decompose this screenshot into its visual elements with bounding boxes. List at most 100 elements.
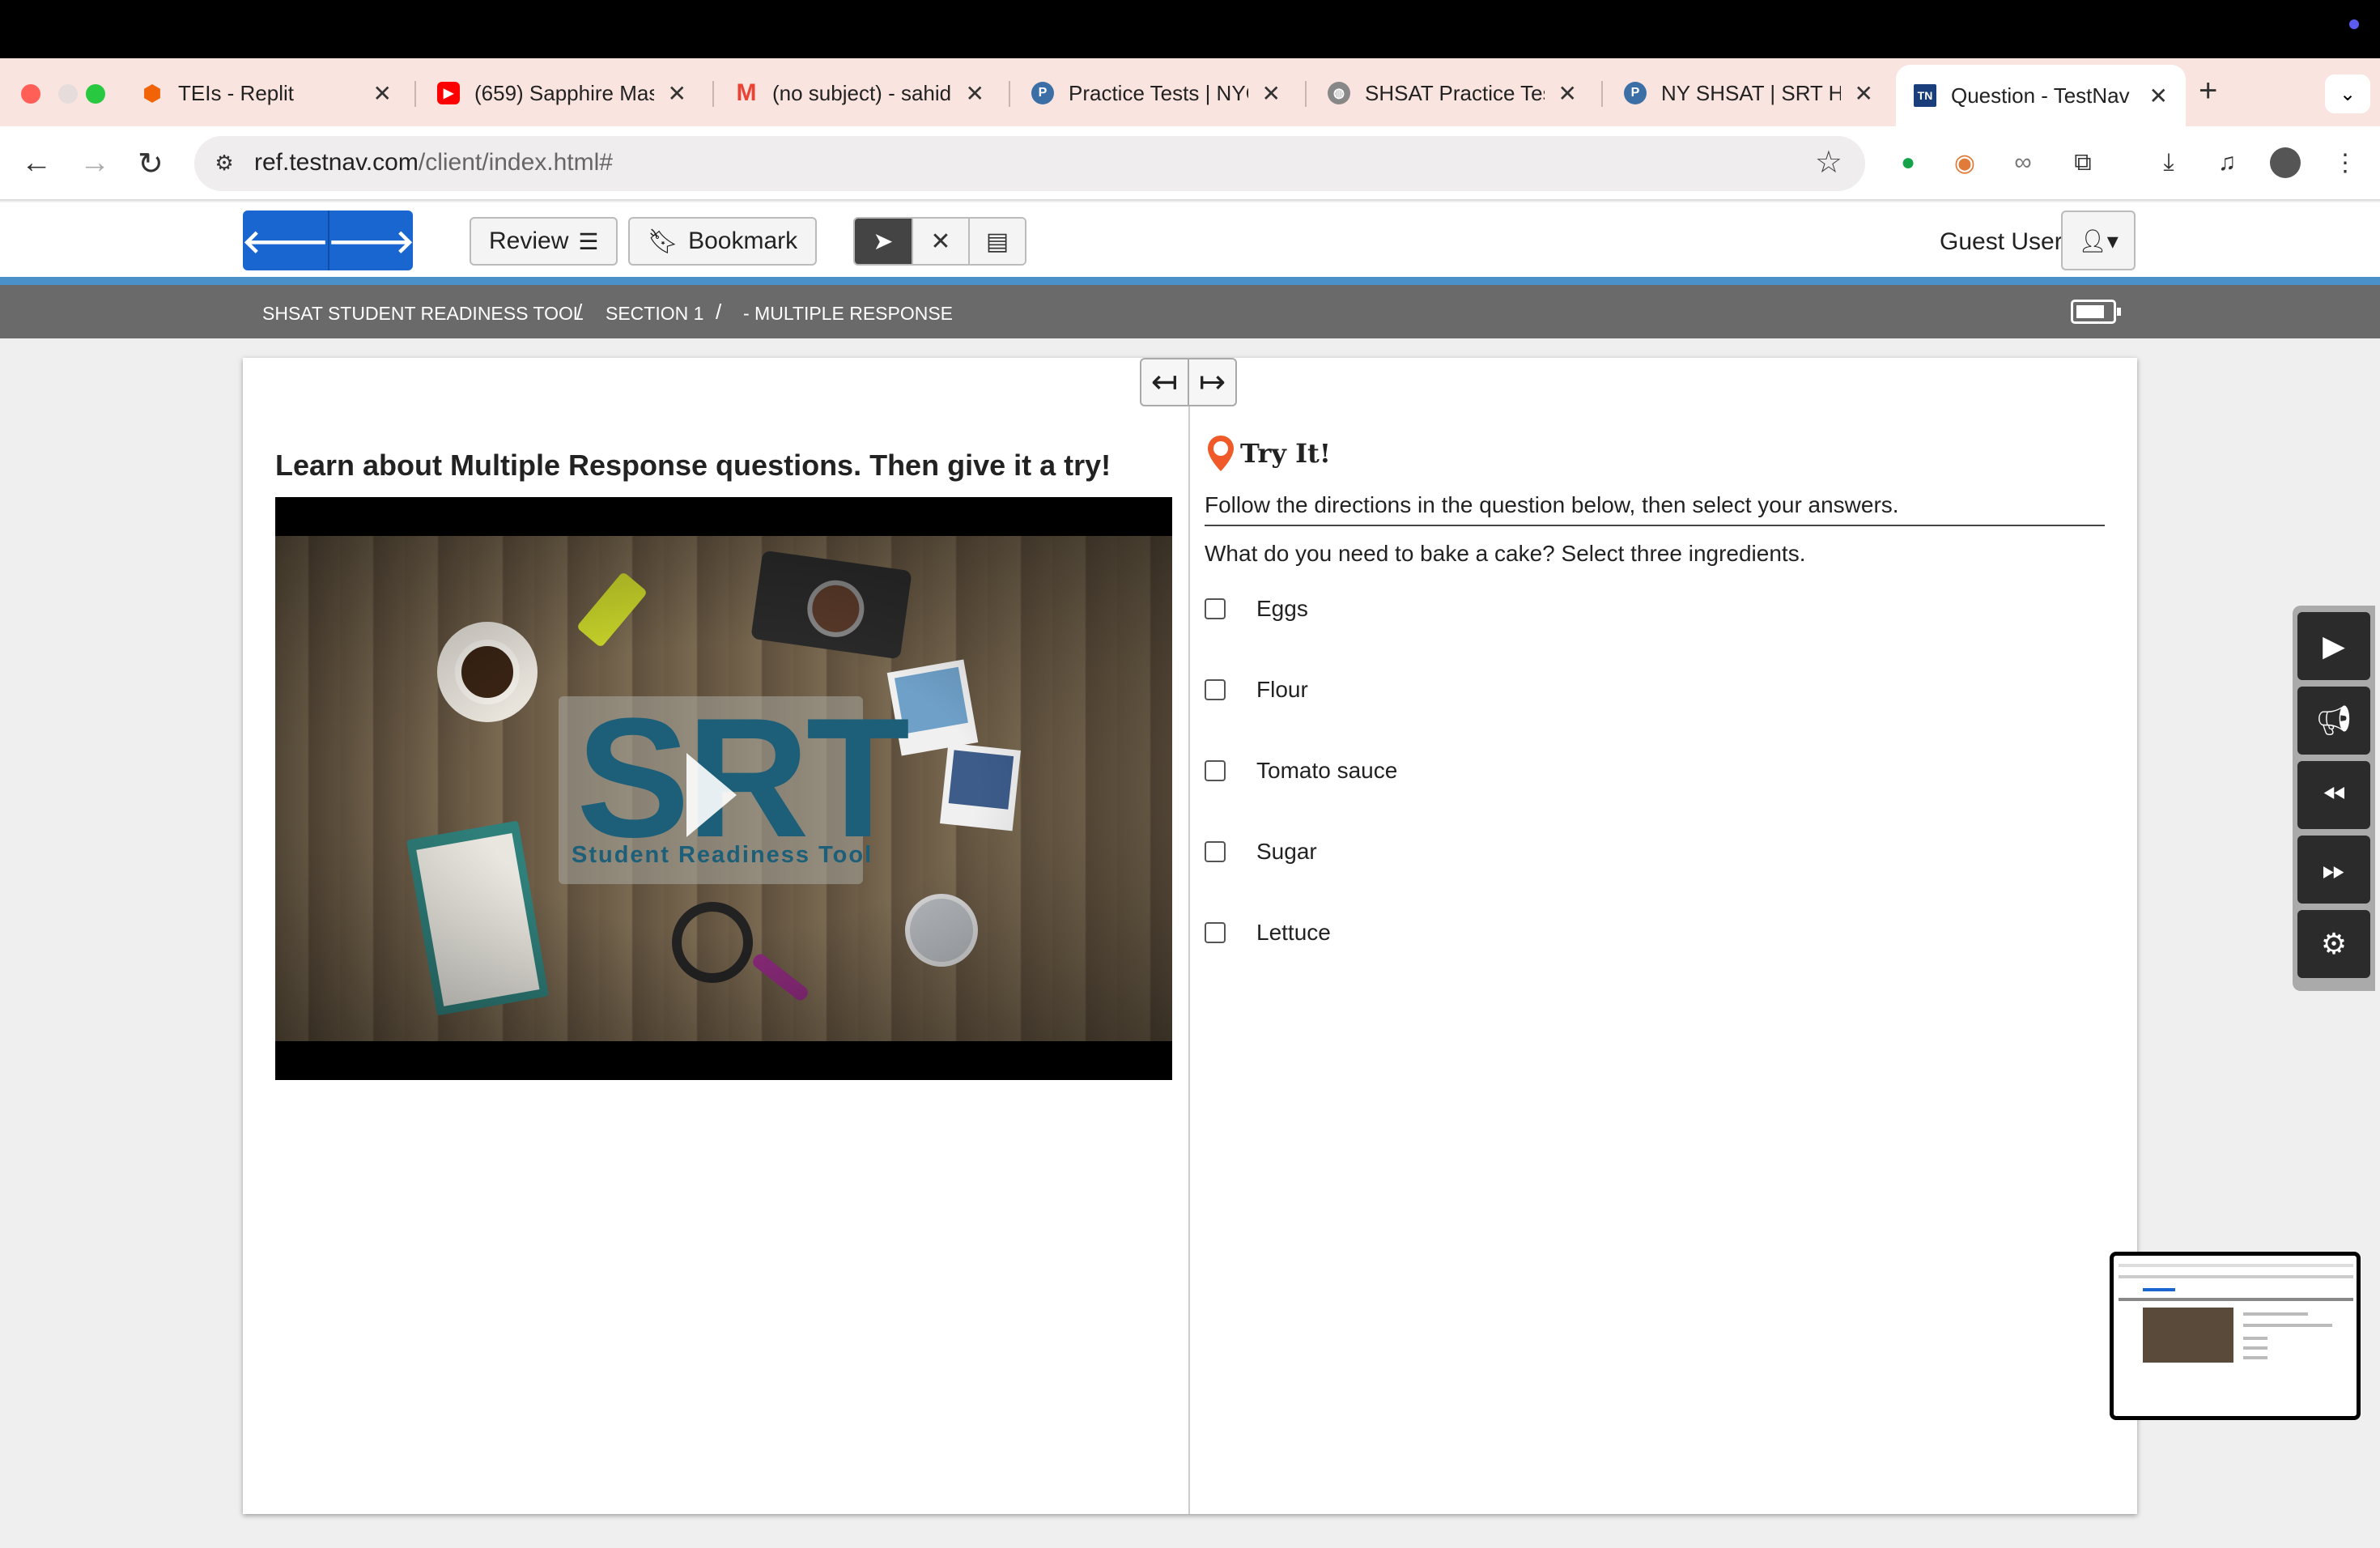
browser-back-icon[interactable]: ← xyxy=(21,146,52,181)
notepad-button[interactable]: ▤ xyxy=(968,219,1025,264)
fast-forward-icon: ⏩︎ xyxy=(2322,852,2346,886)
location-pin-icon xyxy=(1208,436,1234,471)
profile-avatar[interactable] xyxy=(2270,147,2301,178)
megaphone-icon: 📢︎ xyxy=(2315,704,2352,737)
browser-tab[interactable]: ▶ (659) Sapphire Mas ✕ xyxy=(419,70,704,117)
extension-icon[interactable]: ∞ xyxy=(2008,147,2038,178)
pointer-tool-button[interactable]: ➤ xyxy=(855,219,912,264)
thumbnail-detail xyxy=(2143,1288,2175,1291)
bookmark-button[interactable]: 🔖︎ Bookmark xyxy=(628,217,818,266)
breadcrumb-item: - MULTIPLE RESPONSE xyxy=(743,303,954,324)
passage-heading: Learn about Multiple Response questions.… xyxy=(275,449,1111,482)
expand-right-button[interactable]: ↦ xyxy=(1188,359,1235,405)
replit-icon: ⬢ xyxy=(142,80,162,105)
answer-option[interactable]: Sugar xyxy=(1205,839,1317,865)
browser-tab[interactable]: ◍ SHSAT Practice Tes ✕ xyxy=(1310,70,1595,117)
tab-separator xyxy=(1601,81,1603,107)
srt-logo-subtitle: Student Readiness Tool xyxy=(572,842,873,868)
address-bar[interactable]: ⚙ ref.testnav.com/client/index.html# ☆ xyxy=(194,136,1865,191)
media-control-icon[interactable]: ♫ xyxy=(2212,147,2242,178)
extensions-puzzle-icon[interactable]: ⧉ xyxy=(2068,147,2098,178)
tab-separator xyxy=(1009,81,1010,107)
user-name: Guest User xyxy=(1940,228,2063,255)
window-maximize-button[interactable] xyxy=(86,84,105,104)
answer-checkbox[interactable] xyxy=(1205,922,1226,943)
panel-resize-control: ↤ ↦ xyxy=(1140,358,1237,406)
arrow-to-right-icon: ↦ xyxy=(1198,364,1226,400)
answer-checkbox[interactable] xyxy=(1205,598,1226,619)
tool-selector: ➤ ✕ ▤ xyxy=(853,217,1026,266)
user-menu-button[interactable]: 👤︎▾ xyxy=(2061,211,2136,270)
site-info-icon[interactable]: ⚙ xyxy=(209,147,240,178)
accent-bar xyxy=(0,277,2380,285)
globe-icon: ◍ xyxy=(1328,82,1350,104)
close-tab-icon[interactable]: ✕ xyxy=(362,80,392,107)
expand-left-button[interactable]: ↤ xyxy=(1141,359,1188,405)
play-icon: ▶ xyxy=(2323,629,2345,662)
download-icon[interactable]: ⤓ xyxy=(2153,147,2184,178)
browser-tab[interactable]: ⬢ TEIs - Replit ✕ xyxy=(123,70,410,117)
answer-checkbox[interactable] xyxy=(1205,679,1226,700)
answer-option[interactable]: Eggs xyxy=(1205,596,1308,622)
close-tab-icon[interactable]: ✕ xyxy=(1547,80,1577,107)
breadcrumb-item: SHSAT STUDENT READINESS TOOL xyxy=(262,303,584,324)
testnav-icon: TN xyxy=(1914,84,1936,107)
next-button[interactable]: 🡒 xyxy=(328,211,413,270)
window-close-button[interactable] xyxy=(21,84,40,104)
thumbnail-video xyxy=(2143,1308,2233,1363)
tts-settings-button[interactable]: ⚙ xyxy=(2297,910,2370,978)
thumbnail-detail xyxy=(2119,1264,2353,1267)
notepad-icon: ▤ xyxy=(985,228,1009,255)
close-tab-icon[interactable]: ✕ xyxy=(2138,83,2168,109)
answer-label: Tomato sauce xyxy=(1256,758,1398,783)
grammarly-icon[interactable]: ● xyxy=(1893,147,1923,178)
answer-checkbox[interactable] xyxy=(1205,760,1226,781)
rewind-icon: ⏪︎ xyxy=(2322,777,2346,811)
answer-eliminator-button[interactable]: ✕ xyxy=(912,219,968,264)
tts-forward-button[interactable]: ⏩︎ xyxy=(2297,836,2370,904)
window-minimize-button[interactable] xyxy=(58,84,78,104)
close-tab-icon[interactable]: ✕ xyxy=(1843,80,1873,107)
close-tab-icon[interactable]: ✕ xyxy=(657,80,686,107)
browser-tab-active[interactable]: TN Question - TestNav ✕ xyxy=(1896,65,2186,126)
tab-search-button[interactable]: ⌄ xyxy=(2325,74,2370,113)
tts-rewind-button[interactable]: ⏪︎ xyxy=(2297,761,2370,829)
extension-icon[interactable]: ◉ xyxy=(1949,147,1980,178)
os-menu-bar xyxy=(0,0,2380,58)
video-player[interactable]: SRT Student Readiness Tool xyxy=(275,497,1172,1080)
answer-label: Sugar xyxy=(1256,839,1317,864)
reload-icon[interactable]: ↻ xyxy=(138,146,164,182)
tab-separator xyxy=(712,81,714,107)
browser-tab[interactable]: P Practice Tests | NYC ✕ xyxy=(1014,70,1298,117)
answer-option[interactable]: Tomato sauce xyxy=(1205,758,1397,784)
browser-tab[interactable]: P NY SHSAT | SRT Ho ✕ xyxy=(1606,70,1891,117)
url-host: ref.testnav.com xyxy=(254,149,419,176)
pointer-icon: ➤ xyxy=(873,228,894,255)
review-label: Review xyxy=(489,228,569,254)
browser-menu-icon[interactable]: ⋮ xyxy=(2330,147,2361,178)
review-button[interactable]: Review ☰ xyxy=(470,217,618,266)
tts-play-button[interactable]: ▶ xyxy=(2297,612,2370,680)
browser-forward-icon[interactable]: → xyxy=(79,146,110,181)
answer-option[interactable]: Lettuce xyxy=(1205,920,1331,946)
eliminator-icon: ✕ xyxy=(930,228,951,255)
status-indicator xyxy=(2349,19,2359,29)
browser-tab[interactable]: M (no subject) - sahid ✕ xyxy=(717,70,1002,117)
bookmark-star-icon[interactable]: ☆ xyxy=(1815,144,1842,181)
chevron-down-icon: ⌄ xyxy=(2339,83,2357,105)
new-tab-button[interactable]: + xyxy=(2199,73,2217,109)
close-tab-icon[interactable]: ✕ xyxy=(954,80,984,107)
answer-checkbox[interactable] xyxy=(1205,841,1226,862)
user-icon: 👤︎▾ xyxy=(2078,228,2119,253)
breadcrumb-separator: / xyxy=(716,300,722,324)
screenshot-preview-thumbnail[interactable] xyxy=(2110,1252,2361,1420)
close-tab-icon[interactable]: ✕ xyxy=(1251,80,1281,107)
play-video-icon[interactable] xyxy=(686,753,737,837)
tab-separator xyxy=(1305,81,1307,107)
tts-voice-button[interactable]: 📢︎ xyxy=(2297,687,2370,755)
answer-option[interactable]: Flour xyxy=(1205,677,1308,703)
p-logo-icon: P xyxy=(1031,82,1054,104)
settings-icon: ⚙ xyxy=(2320,927,2348,960)
previous-button[interactable]: 🡐 xyxy=(243,211,329,270)
try-it-heading: Try It! xyxy=(1205,434,1331,473)
